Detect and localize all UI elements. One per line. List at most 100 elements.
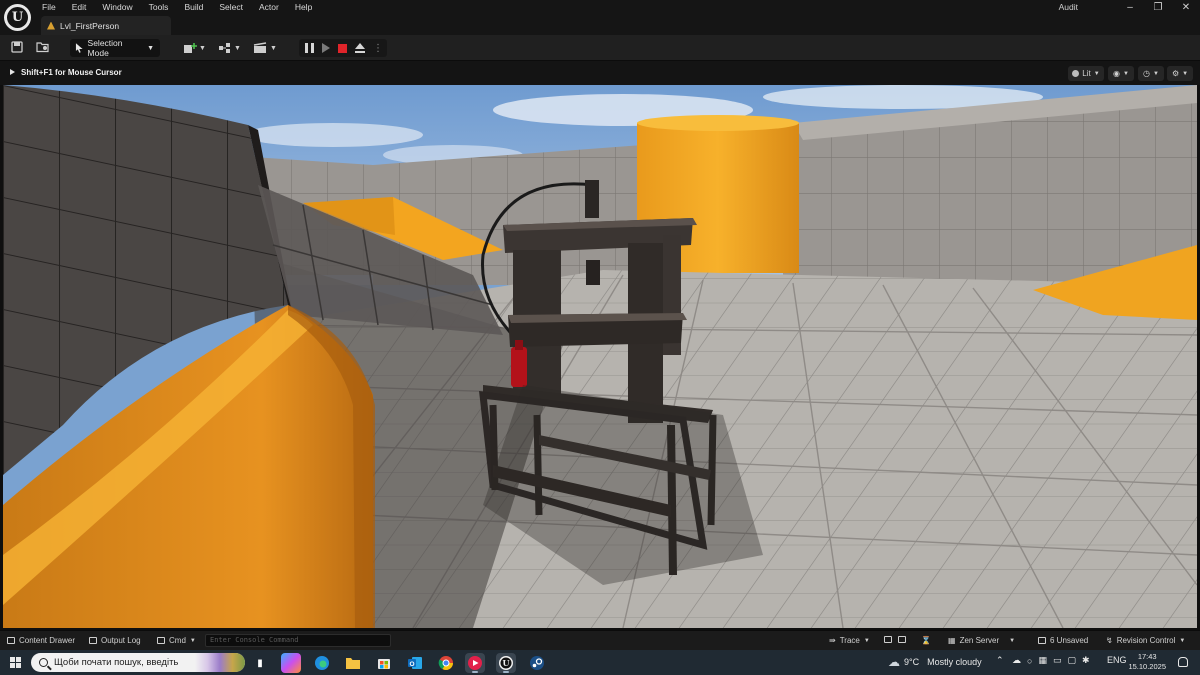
user-label[interactable]: Audit	[1059, 2, 1078, 12]
main-menu: File Edit Window Tools Build Select Acto…	[34, 0, 320, 14]
expand-arrow-icon	[10, 69, 15, 75]
windows-start-icon[interactable]	[10, 657, 21, 668]
viewport-settings-button[interactable]: ⚙ ▼	[1167, 66, 1193, 81]
level-icon	[47, 21, 55, 30]
gear-icon: ⚙	[1171, 69, 1180, 78]
lit-sphere-icon	[1072, 70, 1080, 77]
eye-icon: ◉	[1113, 69, 1121, 78]
edge-browser-icon[interactable]	[312, 653, 332, 673]
chrome-icon[interactable]	[436, 653, 456, 673]
outlook-icon[interactable]: O	[405, 653, 425, 673]
output-log-button[interactable]: Output Log	[89, 636, 141, 645]
menu-build[interactable]: Build	[176, 0, 211, 14]
search-highlight-image	[195, 653, 245, 672]
onedrive-icon[interactable]: ☁	[1012, 655, 1021, 666]
zen-server-dropdown[interactable]: ▦ Zen Server ▼	[948, 636, 1015, 645]
headset-icon[interactable]: ○	[1027, 656, 1032, 666]
steam-icon[interactable]	[527, 653, 547, 673]
screenshot-button[interactable]	[898, 636, 906, 643]
cursor-icon	[75, 43, 83, 53]
save-icon[interactable]	[10, 41, 24, 55]
show-hidden-icons[interactable]: ⌃	[996, 655, 1004, 666]
status-bar: Content Drawer Output Log Cmd ▼ Enter Co…	[0, 630, 1200, 650]
menu-tools[interactable]: Tools	[141, 0, 177, 14]
clock[interactable]: 17:43 15.10.2025	[1128, 652, 1166, 672]
content-drawer-icon	[7, 637, 15, 644]
revision-control-dropdown[interactable]: ↯ Revision Control ▼	[1106, 636, 1185, 645]
copilot-icon[interactable]	[281, 653, 301, 673]
monitor-icon[interactable]: ▢	[1067, 655, 1076, 666]
pause-icon[interactable]	[305, 43, 314, 53]
language-indicator[interactable]: ENG	[1107, 655, 1127, 665]
derived-data-button[interactable]: ⌛	[921, 636, 931, 645]
taskbar-search[interactable]: Щоби почати пошук, введіть	[31, 653, 245, 672]
level-tab[interactable]: Lvl_FirstPerson	[41, 16, 171, 35]
selection-mode-label: Selection Mode	[87, 38, 123, 58]
cinematics-button[interactable]: ▼	[253, 40, 277, 56]
microsoft-store-icon[interactable]	[374, 653, 394, 673]
menu-actor[interactable]: Actor	[251, 0, 287, 14]
svg-text:O: O	[409, 661, 414, 668]
svg-text:U: U	[503, 658, 510, 668]
unreal-logo-icon[interactable]: U	[4, 4, 31, 31]
clock-time: 17:43	[1137, 652, 1157, 661]
search-icon	[39, 658, 48, 667]
show-flags-button[interactable]: ◉ ▼	[1108, 66, 1134, 81]
display-icon[interactable]: ▭	[1053, 655, 1062, 666]
title-bar: U File Edit Window Tools Build Select Ac…	[0, 0, 1200, 35]
menu-edit[interactable]: Edit	[64, 0, 95, 14]
chevron-down-icon: ▼	[1179, 637, 1186, 644]
chevron-down-icon: ▼	[1182, 70, 1189, 77]
menu-window[interactable]: Window	[94, 0, 140, 14]
camera-icon	[898, 636, 906, 643]
eject-icon[interactable]	[355, 43, 365, 53]
selection-mode-dropdown[interactable]: Selection Mode ▼	[70, 38, 160, 58]
nvidia-icon[interactable]: ▦	[1038, 655, 1047, 666]
task-view-icon[interactable]: ▮	[250, 653, 270, 673]
record-button[interactable]	[884, 636, 892, 643]
close-icon[interactable]: ✕	[1172, 2, 1200, 13]
window-controls: Audit – ❐ ✕	[1059, 0, 1200, 14]
console-icon	[157, 637, 165, 644]
level-viewport[interactable]	[3, 85, 1197, 628]
unreal-engine-taskbar-icon[interactable]: U	[496, 653, 516, 673]
play-icon[interactable]	[322, 43, 330, 53]
blueprint-icon	[219, 43, 230, 53]
output-log-icon	[89, 637, 97, 644]
console-input[interactable]: Enter Console Command	[205, 634, 391, 647]
chevron-down-icon: ▼	[270, 44, 277, 52]
level-tab-label: Lvl_FirstPerson	[60, 20, 120, 31]
chevron-down-icon: ▼	[1153, 70, 1159, 77]
trace-dropdown[interactable]: ⇛ Trace ▼	[829, 636, 870, 645]
unsaved-button[interactable]: 6 Unsaved	[1038, 636, 1088, 645]
zen-server-icon: ▦	[948, 636, 956, 645]
trace-icon: ⇛	[829, 636, 836, 645]
chevron-down-icon: ▼	[1009, 637, 1016, 644]
chevron-down-icon: ▼	[234, 44, 241, 52]
cmd-dropdown[interactable]: Cmd ▼	[157, 636, 196, 645]
notification-bell-icon[interactable]	[1178, 657, 1188, 667]
file-explorer-icon[interactable]	[343, 653, 363, 673]
stop-icon[interactable]	[338, 43, 347, 53]
menu-select[interactable]: Select	[211, 0, 251, 14]
minimize-icon[interactable]: –	[1116, 2, 1144, 13]
add-actor-button[interactable]: ▼	[183, 40, 206, 56]
menu-help[interactable]: Help	[287, 0, 320, 14]
bluetooth-icon[interactable]: ✱	[1082, 655, 1090, 666]
unsaved-icon	[1038, 637, 1046, 644]
maximize-icon[interactable]: ❐	[1144, 2, 1172, 13]
chevron-up-icon: ⌃	[996, 655, 1004, 665]
menu-file[interactable]: File	[34, 0, 64, 14]
mouse-cursor-hint[interactable]: Shift+F1 for Mouse Cursor	[10, 68, 122, 77]
more-options-icon[interactable]: ⋮	[373, 43, 383, 54]
content-drawer-button[interactable]: Content Drawer	[7, 636, 75, 645]
realtime-button[interactable]: ◷ ▼	[1138, 66, 1164, 81]
content-browser-icon[interactable]	[36, 41, 50, 55]
windows-taskbar: Щоби почати пошук, введіть ▮ O U ☁ 9°C M…	[0, 650, 1200, 675]
system-tray-icons: ☁ ○ ▦ ▭ ▢ ✱	[1012, 655, 1090, 666]
chevron-down-icon: ▼	[147, 44, 154, 52]
weather-widget[interactable]: ☁ 9°C Mostly cloudy	[888, 655, 982, 669]
blueprint-button[interactable]: ▼	[218, 40, 241, 56]
media-player-icon[interactable]	[465, 653, 485, 673]
view-mode-button[interactable]: Lit ▼	[1068, 66, 1104, 81]
